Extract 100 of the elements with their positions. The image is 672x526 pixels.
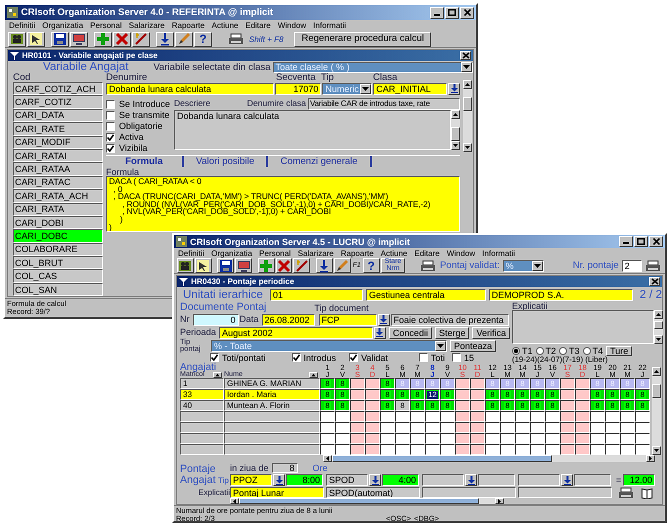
day-cell[interactable]	[530, 433, 545, 444]
day-cell[interactable]	[440, 422, 455, 433]
list-item[interactable]: CARI_RATAA	[13, 162, 103, 176]
scrollbar[interactable]	[652, 367, 661, 455]
day-cell[interactable]	[530, 422, 545, 433]
day-cell[interactable]	[395, 422, 410, 433]
minimize-button[interactable]	[619, 236, 633, 247]
dropdown-button[interactable]	[360, 84, 372, 94]
day-cell[interactable]	[575, 433, 590, 444]
dropdown-button[interactable]	[532, 260, 543, 270]
action-button[interactable]: Ponteaza	[450, 340, 496, 352]
day-cell[interactable]	[635, 444, 650, 455]
day-cell[interactable]	[575, 411, 590, 422]
sequence-field[interactable]: 17070	[275, 82, 322, 94]
radio-button[interactable]	[582, 347, 591, 355]
menu-item[interactable]: Window	[446, 248, 476, 258]
day-cell[interactable]	[365, 378, 380, 389]
day-cell[interactable]	[470, 422, 485, 433]
list-item[interactable]: CARI_MODIF	[13, 136, 103, 149]
menu-item[interactable]: Actiune	[212, 21, 238, 30]
description-field[interactable]: Dobanda lunara calculata	[174, 110, 451, 150]
day-cell[interactable]	[545, 433, 560, 444]
note-field[interactable]: Pontaj Lunar	[230, 487, 324, 498]
hours-field[interactable]	[574, 474, 611, 486]
day-cell[interactable]	[545, 444, 560, 455]
day-cell[interactable]	[335, 411, 350, 422]
day-cell[interactable]	[575, 389, 590, 400]
day-cell[interactable]	[575, 422, 590, 433]
list-item[interactable]: CARI_RATE	[13, 122, 103, 136]
number-field[interactable]: 0	[192, 314, 238, 326]
toolbar-button[interactable]	[258, 258, 275, 273]
type-code-field[interactable]	[422, 474, 464, 486]
checkbox[interactable]	[106, 100, 115, 108]
day-cell[interactable]	[350, 378, 365, 389]
day-cell[interactable]	[470, 389, 485, 400]
toolbar-button[interactable]	[217, 258, 234, 273]
day-cell[interactable]	[425, 411, 440, 422]
toolbar-button[interactable]	[27, 32, 45, 46]
scroll-arrow-button[interactable]	[654, 335, 663, 344]
list-button[interactable]	[369, 474, 381, 486]
day-cell[interactable]	[350, 400, 365, 411]
menu-item[interactable]: Editare	[245, 21, 271, 30]
day-cell[interactable]	[515, 411, 530, 422]
list-item[interactable]: COL_CAS	[13, 269, 103, 283]
menu-item[interactable]: Editare	[414, 248, 440, 258]
list-button[interactable]	[561, 474, 573, 486]
menu-item[interactable]: Informatii	[482, 248, 516, 258]
list-item[interactable]: CARI_RATA	[13, 202, 103, 216]
day-cell[interactable]	[560, 411, 575, 422]
day-cell[interactable]	[470, 378, 485, 389]
document-type-field[interactable]: FCP	[318, 314, 377, 326]
day-cell[interactable]	[320, 422, 335, 433]
help-button[interactable]: ?	[194, 32, 212, 46]
day-cell[interactable]	[560, 378, 575, 389]
menu-item[interactable]: Rapoarte	[340, 248, 374, 258]
toolbar-button[interactable]	[316, 258, 333, 273]
day-cell[interactable]	[485, 422, 500, 433]
scroll-thumb[interactable]	[654, 321, 663, 329]
count-field[interactable]: 2	[622, 260, 642, 272]
day-cell[interactable]	[620, 422, 635, 433]
toolbar-button[interactable]	[94, 32, 112, 46]
menu-item[interactable]: Informatii	[313, 21, 346, 30]
day-cell[interactable]	[575, 400, 590, 411]
action-button[interactable]: Concedii	[388, 326, 432, 338]
day-cell[interactable]	[530, 411, 545, 422]
toolbar-button[interactable]	[51, 32, 69, 46]
day-cell[interactable]	[365, 400, 380, 411]
day-cell[interactable]	[605, 444, 620, 455]
day-cell[interactable]	[620, 433, 635, 444]
day-cell[interactable]	[470, 444, 485, 455]
day-cell[interactable]	[335, 422, 350, 433]
day-cell[interactable]	[455, 411, 470, 422]
day-cell[interactable]	[440, 433, 455, 444]
class-field[interactable]: CAR_INITIAL	[373, 82, 447, 94]
day-cell[interactable]	[350, 444, 365, 455]
checkbox[interactable]	[349, 353, 358, 362]
day-cell[interactable]	[515, 422, 530, 433]
day-cell[interactable]	[335, 444, 350, 455]
day-cell[interactable]	[590, 411, 605, 422]
tab[interactable]: Valori posibile	[184, 156, 268, 167]
day-cell[interactable]	[515, 433, 530, 444]
menu-item[interactable]: Salarizare	[128, 21, 165, 30]
list-item[interactable]: CARF_COTIZ_ACH	[13, 82, 103, 96]
scroll-arrow-button[interactable]	[451, 141, 460, 150]
list-item[interactable]: CARI_RATA_ACH	[13, 189, 103, 203]
regenerate-button[interactable]: Regenerare procedura calcul	[294, 32, 431, 46]
checkbox[interactable]	[106, 110, 115, 120]
day-cell[interactable]	[455, 422, 470, 433]
day-cell[interactable]	[635, 411, 650, 422]
hours-field[interactable]: 4:00	[382, 474, 419, 486]
menu-item[interactable]: Definitii	[9, 21, 36, 30]
close-button[interactable]	[460, 51, 471, 60]
menu-item[interactable]: Definitii	[178, 248, 204, 258]
day-cell[interactable]	[470, 433, 485, 444]
scroll-arrow-button[interactable]	[495, 498, 504, 504]
unit-name-field[interactable]: Gestiunea centrala	[366, 288, 486, 300]
toolbar-button[interactable]	[293, 258, 310, 273]
day-cell[interactable]	[620, 444, 635, 455]
scrollbar[interactable]	[654, 310, 663, 344]
list-item[interactable]: CARI_RATAC	[13, 176, 103, 190]
